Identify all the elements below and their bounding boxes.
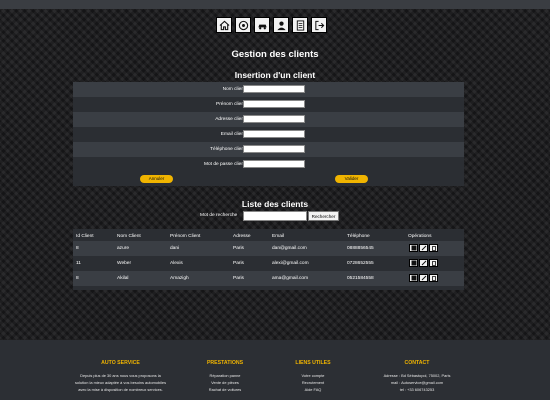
cell-prenom: dani xyxy=(170,246,180,251)
footer-link[interactable]: Recrutement xyxy=(283,379,343,386)
email-input[interactable] xyxy=(243,130,305,138)
garage-icon[interactable] xyxy=(254,17,270,33)
cancel-button[interactable]: Annuler xyxy=(140,175,173,183)
row-operations xyxy=(409,274,438,282)
form-row-email: Email client : xyxy=(73,127,464,142)
submit-button[interactable]: Valider xyxy=(335,175,368,183)
cell-adresse: Paris xyxy=(233,276,244,281)
contact-phone: tel : +33 606743253 xyxy=(399,387,435,392)
password-input[interactable] xyxy=(243,160,305,168)
form-row-adresse: Adresse client : xyxy=(73,112,464,127)
table-row: 11 Weber Alexis Paris alexi@gmail.com 07… xyxy=(73,256,464,271)
password-label: Mot de passe client : xyxy=(204,162,248,167)
email-label: Email client : xyxy=(220,132,248,137)
document-icon[interactable] xyxy=(292,17,308,33)
row-operations xyxy=(409,244,438,252)
cell-id: 8 xyxy=(76,276,79,281)
top-bar xyxy=(0,0,550,9)
cell-nom: Weber xyxy=(117,261,132,266)
footer-col-prestations: PRESTATIONS Réparation panne Vente de pi… xyxy=(195,360,255,393)
view-icon[interactable] xyxy=(409,259,418,267)
contact-email: mail : Autoservice@gmail.com xyxy=(390,380,444,385)
cell-telephone: 0728652555 xyxy=(347,261,374,266)
footer-link[interactable]: Aide FAQ xyxy=(283,386,343,393)
cell-nom: Akilal xyxy=(117,276,129,281)
footer-col-about: AUTO SERVICE Depuis plus de 30 ans nous … xyxy=(68,360,173,393)
page-title: Gestion des clients xyxy=(231,49,319,60)
footer-contact-title: CONTACT xyxy=(404,360,430,366)
car-icon[interactable] xyxy=(235,17,251,33)
footer-link[interactable]: Votre compte xyxy=(283,372,343,379)
prenom-input[interactable] xyxy=(243,100,305,108)
cell-nom: azure xyxy=(117,246,129,251)
logout-icon[interactable] xyxy=(311,17,327,33)
list-title: Liste des clients xyxy=(241,199,309,209)
nav-bar xyxy=(216,17,327,33)
footer: AUTO SERVICE Depuis plus de 30 ans nous … xyxy=(0,340,550,400)
footer-about-title: AUTO SERVICE xyxy=(101,360,140,366)
insert-client-form: Nom client : Prénom client : Adresse cli… xyxy=(73,82,464,186)
clients-table: Id Client Nom Client Prénom Client Adres… xyxy=(73,229,464,290)
cell-email: dan@gmail.com xyxy=(272,246,307,251)
footer-link[interactable]: Rachat de voitures xyxy=(195,386,255,393)
footer-col-contact: CONTACT Adresse : Bd Sébastopol, 75002, … xyxy=(372,360,462,393)
table-row: 8 azure dani Paris dan@gmail.com 0888856… xyxy=(73,241,464,256)
search-input[interactable] xyxy=(243,211,307,221)
edit-icon[interactable] xyxy=(419,274,428,282)
prenom-label: Prénom client : xyxy=(216,102,248,107)
user-icon[interactable] xyxy=(273,17,289,33)
search-button[interactable]: Rechercher xyxy=(308,211,339,221)
delete-icon[interactable] xyxy=(429,274,438,282)
search-bar: Mot de recherche Rechercher xyxy=(0,211,550,221)
form-row-prenom: Prénom client : xyxy=(73,97,464,112)
cell-prenom: Amazigh xyxy=(170,276,189,281)
form-row-password: Mot de passe client : xyxy=(73,157,464,172)
cell-email: ama@gmail.com xyxy=(272,276,309,281)
view-icon[interactable] xyxy=(409,244,418,252)
telephone-input[interactable] xyxy=(243,145,305,153)
footer-liens-title: LIENS UTILES xyxy=(295,360,331,366)
cell-adresse: Paris xyxy=(233,246,244,251)
cell-telephone: 0521584558 xyxy=(347,276,374,281)
cell-adresse: Paris xyxy=(233,261,244,266)
cell-telephone: 0888856545 xyxy=(347,246,374,251)
telephone-label: Téléphone client : xyxy=(210,147,248,152)
delete-icon[interactable] xyxy=(429,244,438,252)
footer-about-line: solution la mieux adaptée à vos besoins … xyxy=(74,380,167,385)
adresse-input[interactable] xyxy=(243,115,305,123)
footer-about-line: avec la mise à disposition de nombreux s… xyxy=(78,387,163,392)
adresse-label: Adresse client : xyxy=(215,117,248,122)
footer-prestations-title: PRESTATIONS xyxy=(206,360,244,366)
edit-icon[interactable] xyxy=(419,259,428,267)
delete-icon[interactable] xyxy=(429,259,438,267)
footer-col-liens: LIENS UTILES Votre compte Recrutement Ai… xyxy=(283,360,343,393)
form-row-telephone: Téléphone client : xyxy=(73,142,464,157)
cell-id: 11 xyxy=(76,261,81,266)
view-icon[interactable] xyxy=(409,274,418,282)
cell-prenom: Alexis xyxy=(170,261,183,266)
nom-label: Nom client : xyxy=(222,87,248,92)
footer-about-line: Depuis plus de 30 ans nous vous proposon… xyxy=(80,373,161,378)
insert-title: Insertion d'un client xyxy=(234,70,316,80)
nom-input[interactable] xyxy=(243,85,305,93)
home-icon[interactable] xyxy=(216,17,232,33)
search-label: Mot de recherche xyxy=(200,213,238,218)
cell-email: alexi@gmail.com xyxy=(272,261,309,266)
footer-link[interactable]: Vente de pièces xyxy=(195,379,255,386)
form-row-nom: Nom client : xyxy=(73,82,464,97)
cell-id: 8 xyxy=(76,246,79,251)
row-operations xyxy=(409,259,438,267)
table-row: 8 Akilal Amazigh Paris ama@gmail.com 052… xyxy=(73,271,464,286)
footer-link[interactable]: Réparation panne xyxy=(195,372,255,379)
edit-icon[interactable] xyxy=(419,244,428,252)
contact-address: Adresse : Bd Sébastopol, 75002, Paris xyxy=(383,373,451,378)
